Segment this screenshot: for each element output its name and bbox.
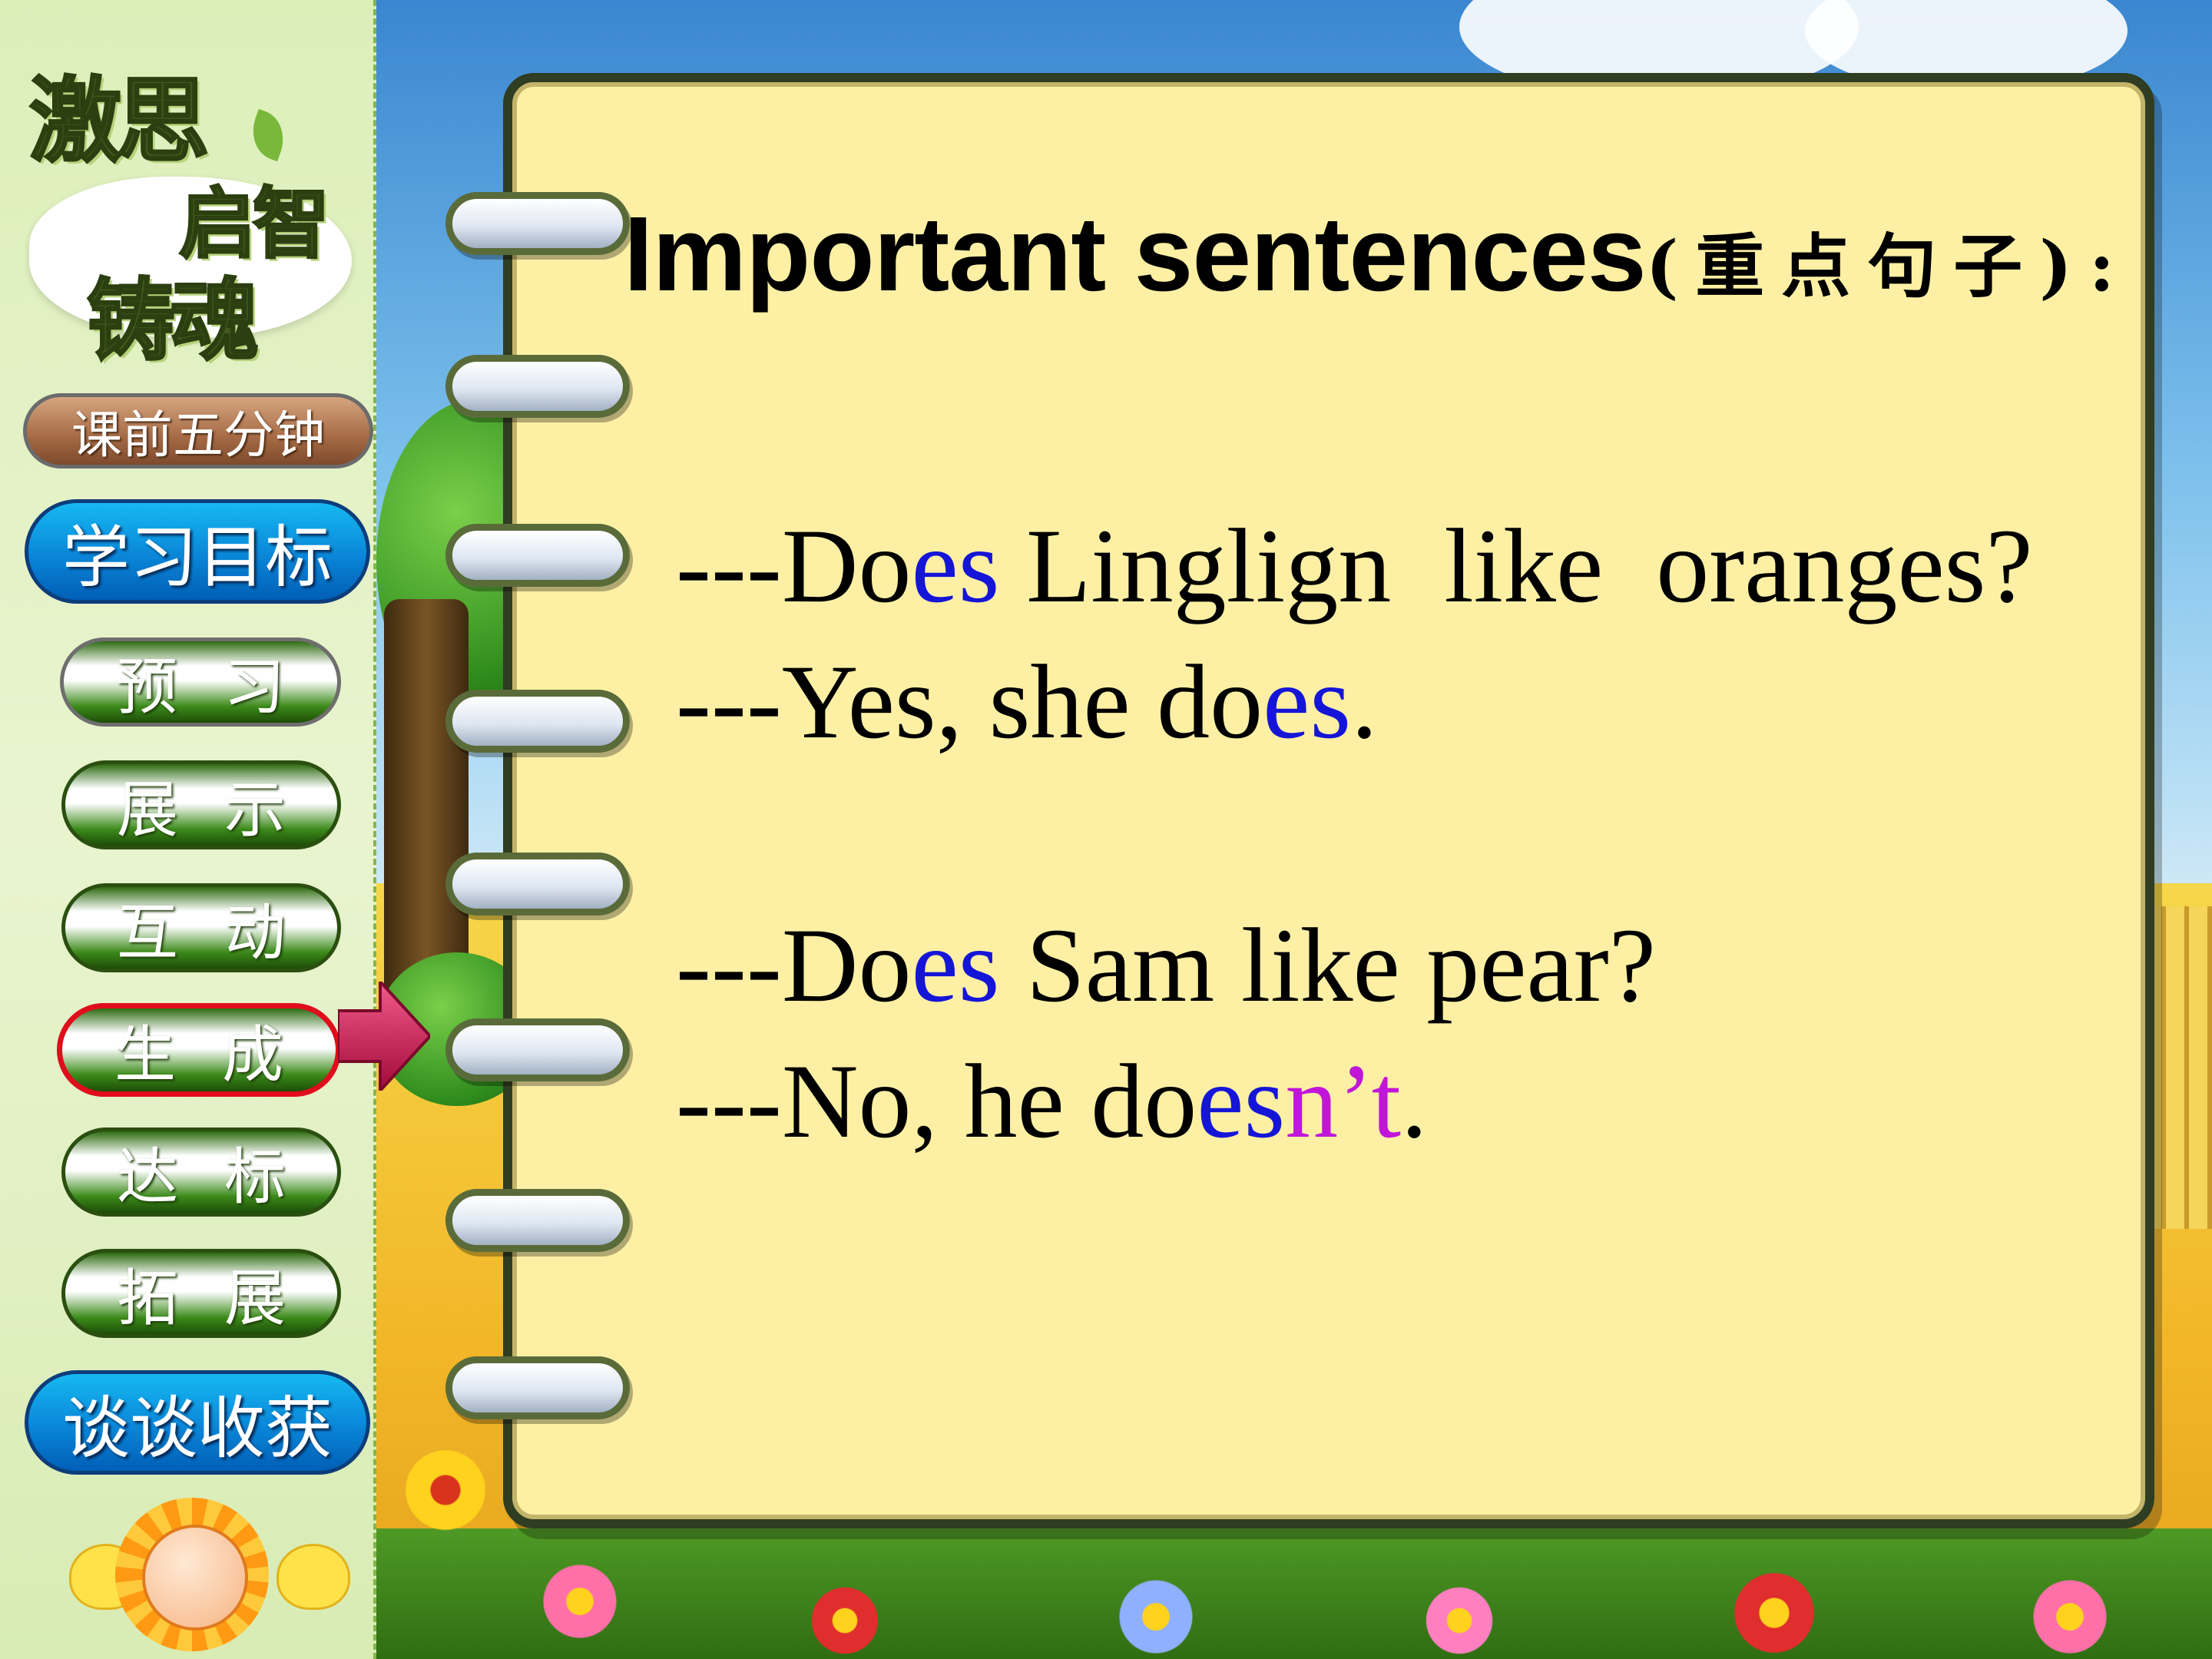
active-arrow-icon	[338, 982, 430, 1091]
highlight-nt: n’t	[1285, 1042, 1402, 1160]
sun-mascot	[115, 1498, 269, 1651]
logo: 激思 启智 铸魂	[14, 46, 352, 374]
highlight-es: es	[911, 507, 1000, 624]
notebook-ring	[445, 1189, 630, 1252]
nav-button-label: 生成	[114, 1019, 329, 1091]
notebook-ring	[445, 355, 630, 418]
nav-button-show[interactable]: 展示	[61, 760, 341, 849]
nav-button-extend[interactable]: 拓展	[61, 1249, 341, 1338]
flower	[399, 1444, 492, 1536]
mascot-face	[142, 1525, 248, 1631]
text-segment: ---No, he do	[676, 1042, 1197, 1160]
nav-button-label: 学习目标	[61, 517, 333, 597]
chick-icon	[276, 1544, 350, 1610]
dialog1-question: ---Does Linglign like oranges?	[676, 513, 2033, 619]
flower	[806, 1582, 883, 1659]
flower	[2028, 1575, 2112, 1659]
nav-button-learning-goals[interactable]: 学习目标	[25, 499, 370, 604]
notebook-ring	[445, 1018, 630, 1081]
dialog1-answer: ---Yes, she does.	[676, 649, 1378, 755]
text-segment: Linglign like oranges?	[999, 507, 2033, 624]
logo-line-3: 铸魂	[85, 268, 260, 374]
notebook-ring	[445, 1356, 630, 1419]
slide-title-english: Important sentences	[624, 195, 1647, 313]
text-segment: Sam like pear?	[999, 906, 1656, 1024]
text-segment: .	[1401, 1042, 1428, 1160]
nav-button-label: 互动	[117, 897, 332, 969]
flower	[1421, 1582, 1498, 1659]
highlight-es: es	[1197, 1042, 1286, 1160]
nav-button-label: 谈谈收获	[61, 1388, 333, 1468]
text-segment: .	[1351, 643, 1378, 760]
nav-button-label: 预习	[116, 651, 331, 723]
nav-button-label: 达标	[117, 1141, 332, 1213]
highlight-es: es	[911, 906, 1000, 1024]
text-segment: ---Do	[676, 507, 912, 624]
leaf-icon	[243, 108, 293, 162]
notebook-ring	[445, 524, 630, 587]
nav-button-label: 拓展	[117, 1263, 332, 1334]
text-segment: ---Yes, she do	[676, 643, 1263, 760]
grass-strip	[376, 1528, 2212, 1659]
flower	[1728, 1567, 1820, 1659]
highlight-es: es	[1263, 643, 1352, 760]
nav-button-summary[interactable]: 谈谈收获	[25, 1370, 370, 1475]
flower	[1114, 1575, 1198, 1659]
nav-button-label: 展示	[117, 774, 332, 846]
slide-title-chinese: (重点句子):	[1645, 226, 2132, 307]
flower	[538, 1559, 622, 1644]
sidebar: 激思 启智 铸魂 课前五分钟 学习目标 预习 展示 互动 生成 达标 拓展 谈谈…	[0, 0, 376, 1659]
nav-button-achieve[interactable]: 达标	[61, 1128, 341, 1217]
notebook-ring	[445, 853, 630, 916]
nav-button-interact[interactable]: 互动	[61, 883, 341, 972]
nav-button-generate[interactable]: 生成	[57, 1003, 341, 1097]
nav-button-pre-class[interactable]: 课前五分钟	[23, 393, 373, 469]
nav-button-label: 课前五分钟	[71, 406, 325, 465]
notebook-ring	[445, 192, 630, 255]
nav-button-preview[interactable]: 预习	[60, 637, 341, 727]
notebook-ring	[445, 690, 630, 753]
slide-title: Important sentences(重点句子):	[624, 201, 2131, 307]
dialog2-question: ---Does Sam like pear?	[676, 912, 1656, 1018]
logo-line-1: 激思	[28, 66, 210, 177]
dialog2-answer: ---No, he doesn’t.	[676, 1048, 1428, 1154]
text-segment: ---Do	[676, 906, 912, 1024]
